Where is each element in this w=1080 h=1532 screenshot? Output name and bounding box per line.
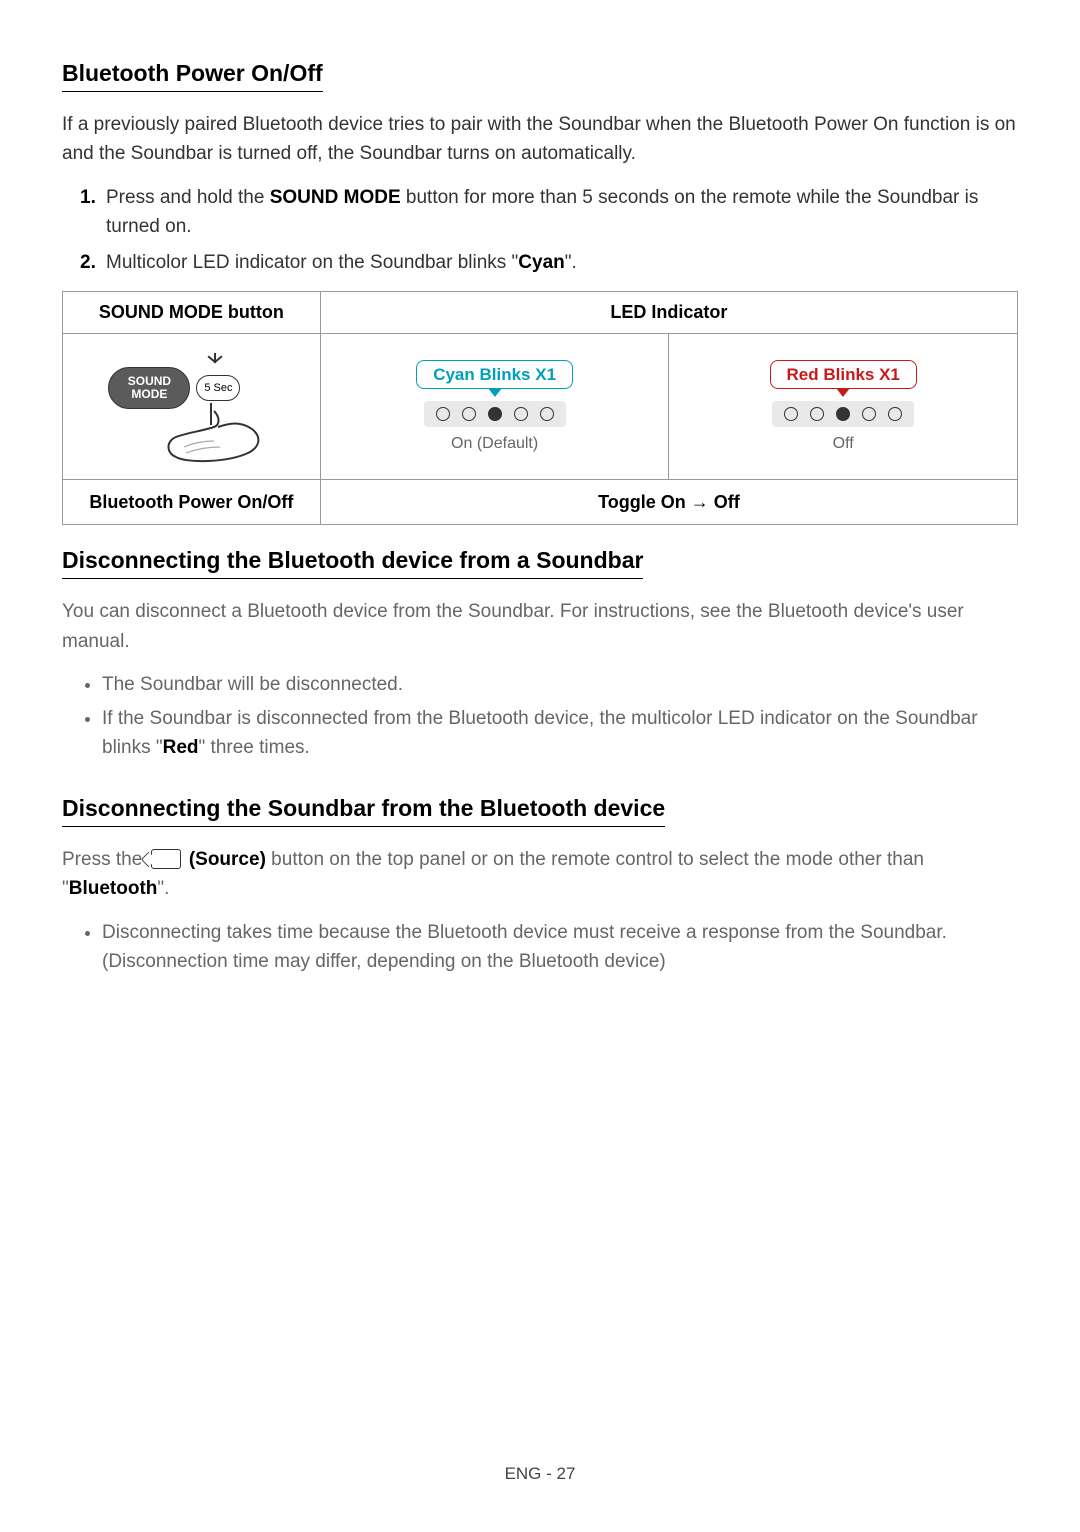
cell-row2-left: Bluetooth Power On/Off: [63, 480, 321, 525]
bold-red: Red: [163, 737, 199, 758]
text: Bluetooth Power On/Off: [69, 490, 314, 514]
bold-bluetooth: Bluetooth: [69, 878, 158, 899]
col-head-button: SOUND MODE button: [63, 292, 321, 334]
led-strip-icon: [424, 401, 566, 427]
step-2: Multicolor LED indicator on the Soundbar…: [80, 248, 1018, 277]
para-disc-sb: Press the (Source) button on the top pan…: [62, 845, 1018, 904]
bold-source: (Source): [189, 849, 266, 870]
steps-bt-power: Press and hold the SOUND MODE button for…: [80, 183, 1018, 277]
intro-disc-from: You can disconnect a Bluetooth device fr…: [62, 597, 1018, 656]
source-icon: [151, 849, 181, 869]
list-item: Disconnecting takes time because the Blu…: [102, 918, 1018, 977]
indicator-red: Red Blinks X1 Off: [675, 360, 1011, 453]
text: Toggle On → Off: [598, 492, 740, 512]
heading-disc-sb: Disconnecting the Soundbar from the Blue…: [62, 795, 665, 827]
heading-disc-from: Disconnecting the Bluetooth device from …: [62, 547, 643, 579]
red-label: Red Blinks X1: [770, 360, 917, 389]
cell-cyan: Cyan Blinks X1 On (Default): [320, 334, 669, 480]
led-strip-icon: [772, 401, 914, 427]
step-1: Press and hold the SOUND MODE button for…: [80, 183, 1018, 242]
sound-mode-button-diagram: SOUND MODE 5 Sec: [106, 349, 276, 464]
bullets-disc-from: The Soundbar will be disconnected. If th…: [102, 670, 1018, 762]
text: ".: [565, 252, 577, 273]
cyan-label: Cyan Blinks X1: [416, 360, 573, 389]
bold-sound-mode: SOUND MODE: [270, 187, 401, 208]
cell-red: Red Blinks X1 Off: [669, 334, 1018, 480]
text: Press the: [62, 849, 148, 870]
cell-button-diagram: SOUND MODE 5 Sec: [63, 334, 321, 480]
list-item: If the Soundbar is disconnected from the…: [102, 704, 1018, 763]
col-head-led: LED Indicator: [320, 292, 1017, 334]
indicator-cyan: Cyan Blinks X1 On (Default): [327, 360, 663, 453]
text: ".: [157, 878, 169, 899]
press-burst-icon: [206, 353, 224, 371]
page-footer: ENG - 27: [0, 1464, 1080, 1484]
heading-bt-power: Bluetooth Power On/Off: [62, 60, 323, 92]
cell-row2-right: Toggle On → Off: [320, 480, 1017, 525]
bold-cyan: Cyan: [518, 252, 564, 273]
text: " three times.: [199, 737, 310, 758]
red-sub: Off: [833, 435, 854, 453]
cyan-sub: On (Default): [451, 435, 538, 453]
text: Press and hold the: [106, 187, 270, 208]
list-item: The Soundbar will be disconnected.: [102, 670, 1018, 699]
led-table: SOUND MODE button LED Indicator SOUND MO…: [62, 291, 1018, 525]
intro-bt-power: If a previously paired Bluetooth device …: [62, 110, 1018, 169]
text: Multicolor LED indicator on the Soundbar…: [106, 252, 518, 273]
hand-press-icon: [156, 397, 266, 467]
bullets-disc-sb: Disconnecting takes time because the Blu…: [102, 918, 1018, 977]
